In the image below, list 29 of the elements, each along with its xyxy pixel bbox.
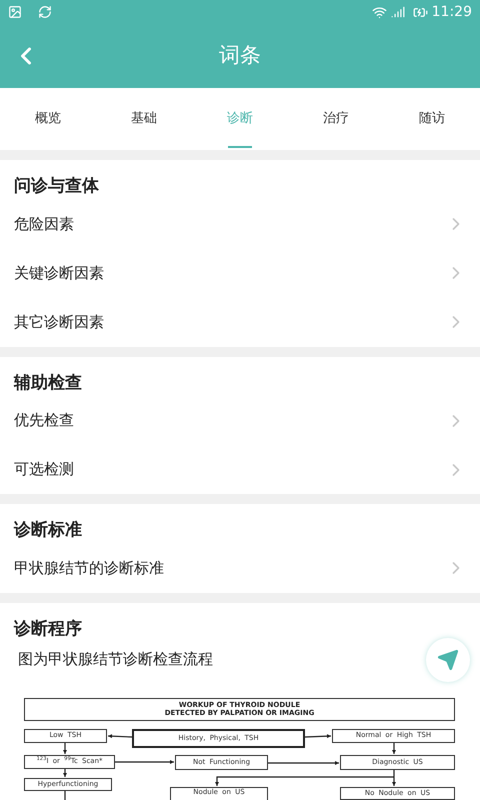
list-item[interactable]: 其它诊断因素 <box>0 298 480 346</box>
section-title: 辅助检查 <box>12 372 83 394</box>
tab[interactable]: 基础 <box>96 88 192 150</box>
section-title: 诊断标准 <box>12 519 83 542</box>
list-item[interactable]: 优先检查 <box>0 396 480 445</box>
wifi-icon <box>372 4 387 20</box>
list-item[interactable]: 关键诊断因素 <box>0 248 480 298</box>
section-title: 问诊与查体 <box>13 175 100 198</box>
connector-arrow <box>63 742 67 754</box>
signal-icon <box>390 5 405 19</box>
header-title: 词条 <box>219 42 261 70</box>
connector-arrow <box>108 734 132 738</box>
sync-icon <box>38 5 52 19</box>
status-time: 11:29 <box>432 2 472 22</box>
connector-arrow <box>392 742 396 754</box>
connector-line <box>64 790 66 800</box>
connector-arrow <box>115 760 174 764</box>
tab[interactable]: 概览 <box>0 88 96 150</box>
tab[interactable]: 随访 <box>384 88 480 150</box>
list-item[interactable]: 危险因素 <box>0 200 480 248</box>
connector-arrow <box>304 734 332 738</box>
connector-arrow <box>268 760 339 764</box>
image-icon <box>8 5 22 19</box>
section-title: 诊断程序 <box>12 618 83 640</box>
list-item[interactable]: 甲状腺结节的诊断标准 <box>0 544 480 592</box>
list-item[interactable]: 可选检测 <box>0 445 480 494</box>
tab[interactable]: 治疗 <box>288 88 384 150</box>
section-caption: 图为甲状腺结节诊断检查流程 <box>18 649 213 670</box>
paper-plane-icon <box>437 649 459 671</box>
